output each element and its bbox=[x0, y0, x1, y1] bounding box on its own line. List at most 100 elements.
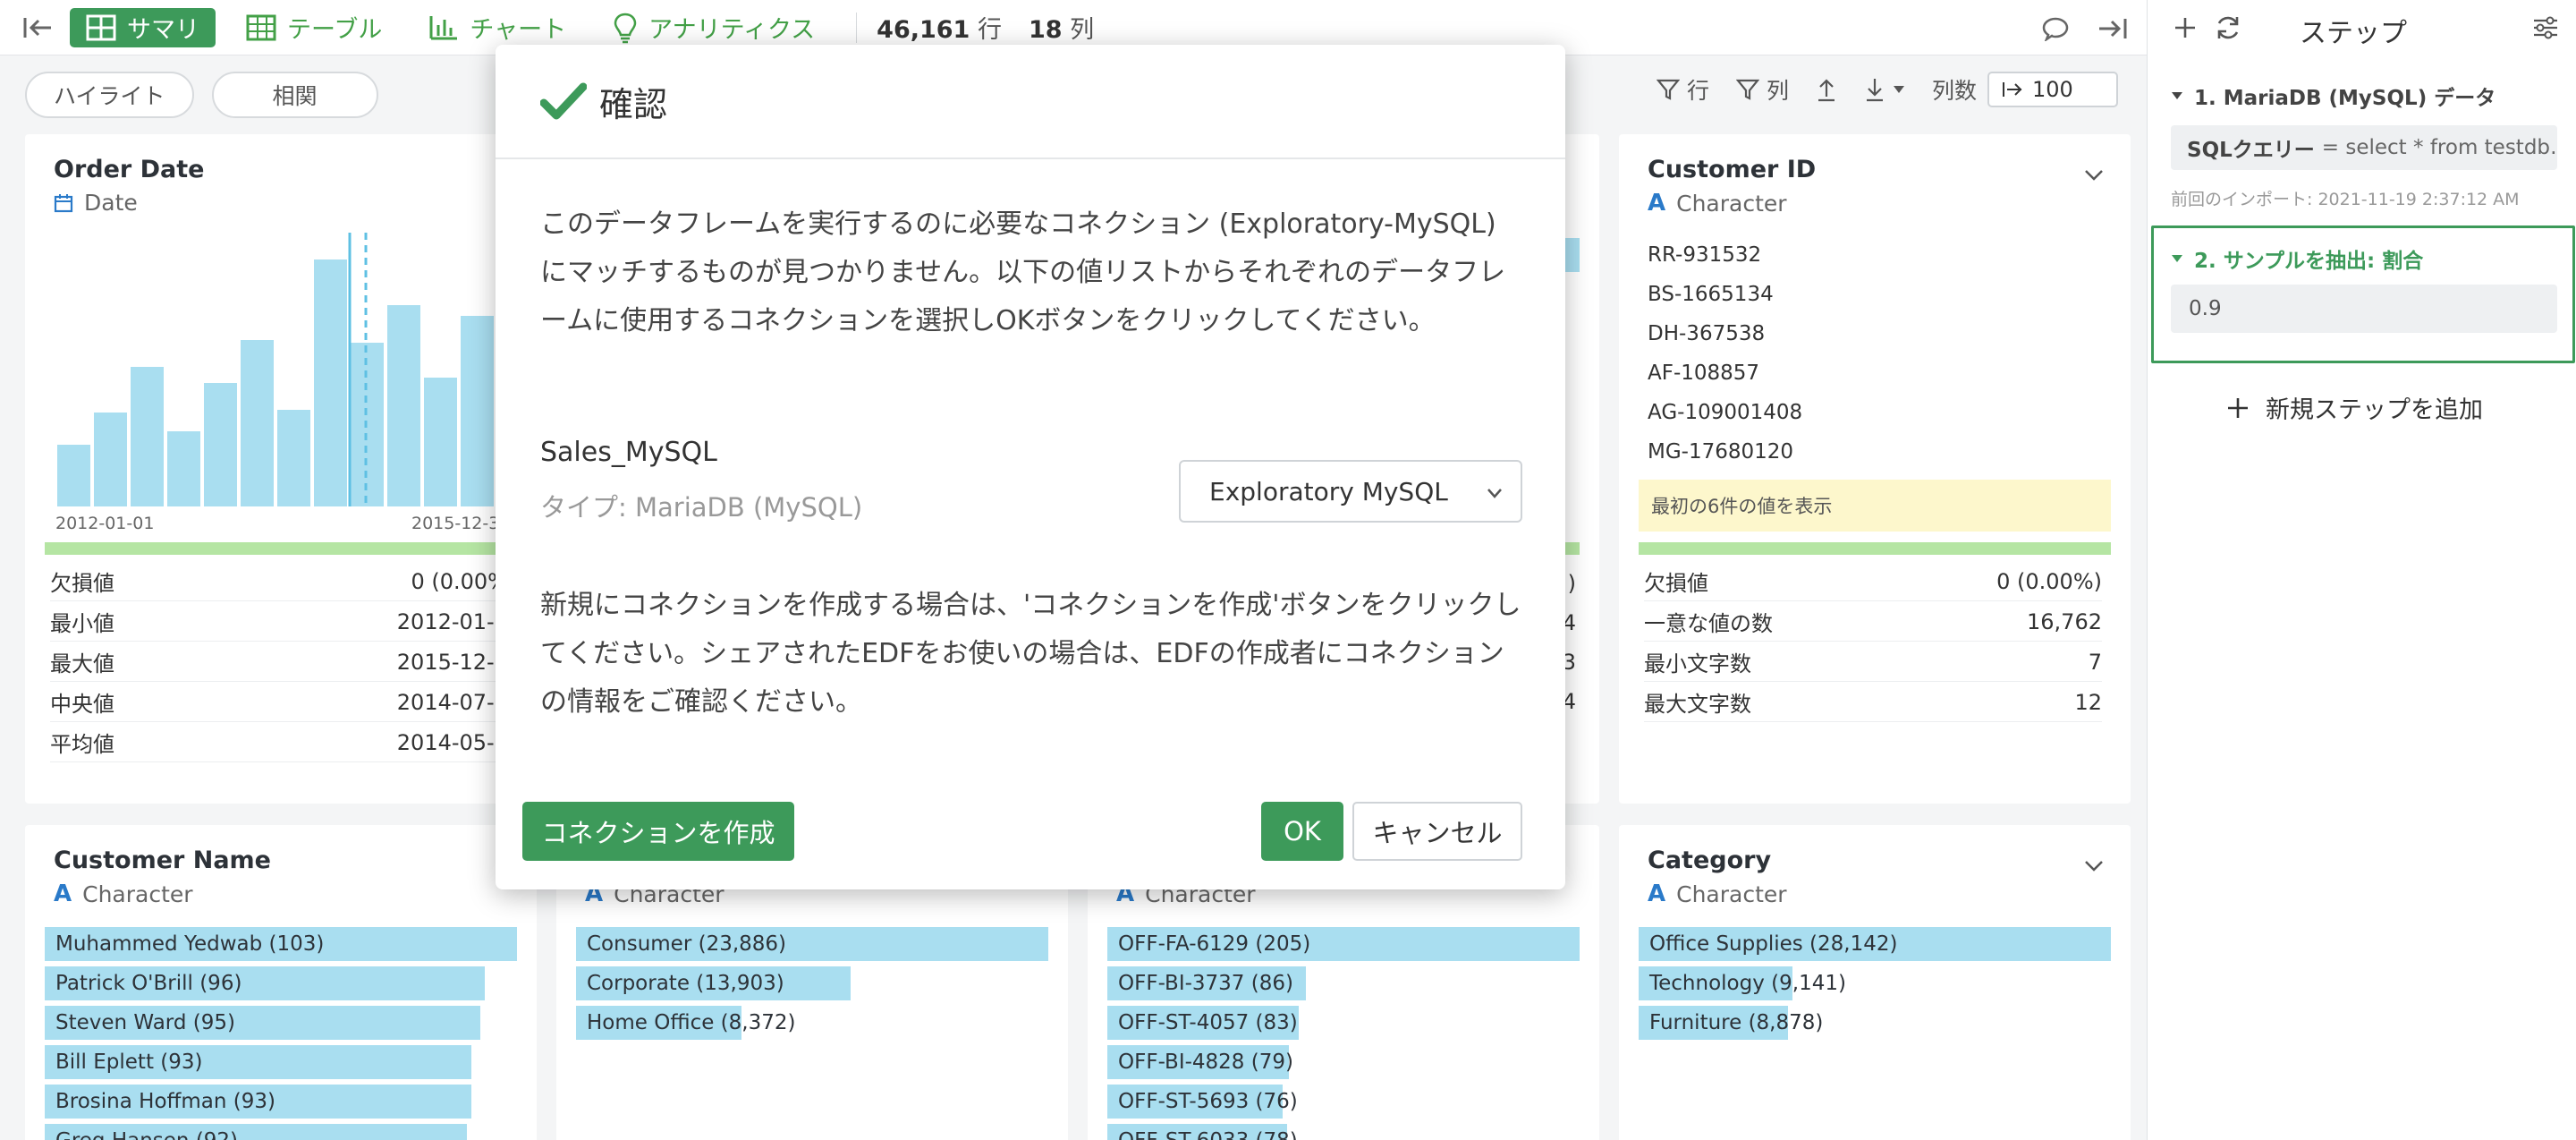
column-limit-input[interactable]: 100 bbox=[1987, 72, 2118, 107]
tab-summary[interactable]: サマリ bbox=[70, 7, 216, 47]
value-bar-row[interactable]: Patrick O'Brill (96) bbox=[45, 966, 517, 1000]
value-bar-row[interactable]: Office Supplies (28,142) bbox=[1639, 927, 2111, 961]
stat-label: 欠損値 bbox=[50, 571, 114, 596]
chevron-down-icon[interactable] bbox=[2080, 852, 2107, 879]
value-bar-label: Muhammed Yedwab (103) bbox=[55, 932, 325, 956]
step-2-value[interactable]: 0.9 bbox=[2171, 285, 2557, 333]
ok-button[interactable]: OK bbox=[1261, 802, 1343, 861]
create-connection-button[interactable]: コネクションを作成 bbox=[522, 802, 794, 861]
step-1-header[interactable]: 1. MariaDB (MySQL) データ bbox=[2171, 81, 2496, 111]
cancel-button[interactable]: キャンセル bbox=[1352, 802, 1522, 861]
dialog-message-2: 新規にコネクションを作成する場合は、'コネクションを作成'ボタンをクリックしてく… bbox=[540, 590, 1521, 718]
value-bar-row[interactable]: Technology (9,141) bbox=[1639, 966, 2111, 1000]
filter-cols-button[interactable]: 列 bbox=[1735, 73, 1789, 106]
row-count: 46,161 行 bbox=[877, 16, 1002, 44]
settings-sliders-icon[interactable] bbox=[2528, 10, 2563, 46]
stat-value: 2012-01-0 bbox=[396, 608, 508, 634]
comment-icon[interactable] bbox=[2038, 11, 2073, 47]
value-bar-row[interactable]: Brosina Hoffman (93) bbox=[45, 1085, 517, 1119]
value-bar-label: Furniture (8,878) bbox=[1649, 1011, 1824, 1034]
value-bar-label: Greg Hansen (92) bbox=[45, 1129, 238, 1140]
stat-label: 最大値 bbox=[50, 651, 114, 676]
histogram-bar bbox=[131, 367, 164, 506]
collapse-left-icon[interactable] bbox=[20, 10, 55, 46]
histogram-bar bbox=[461, 316, 494, 506]
correlation-label: 相関 bbox=[272, 83, 318, 109]
column-card-customer-name: Customer Name A Character Muhammed Yedwa… bbox=[25, 825, 537, 1140]
value-bar-row[interactable]: OFF-ST-5693 (76) bbox=[1107, 1085, 1580, 1119]
filter-rows-button[interactable]: 行 bbox=[1656, 73, 1709, 106]
grid-icon bbox=[86, 14, 116, 40]
sort-up-button[interactable] bbox=[1816, 77, 1837, 102]
chevron-down-icon bbox=[1487, 489, 1502, 498]
value-bar-label: OFF-BI-3737 (86) bbox=[1118, 972, 1293, 995]
histogram-bar bbox=[424, 378, 457, 506]
histogram-bar bbox=[387, 305, 420, 506]
tab-analytics[interactable]: アナリティクス bbox=[597, 8, 831, 47]
axis-end-label: 2015-12-3 bbox=[411, 514, 500, 533]
add-icon[interactable] bbox=[2167, 10, 2203, 46]
date-histogram bbox=[57, 233, 530, 506]
highlight-button[interactable]: ハイライト bbox=[25, 72, 194, 118]
histogram-bar bbox=[204, 383, 237, 506]
confirm-dialog: 確認 このデータフレームを実行するのに必要なコネクション (Explorator… bbox=[496, 45, 1565, 889]
tab-table[interactable]: テーブル bbox=[230, 8, 398, 47]
value-list-item: AF-108857 bbox=[1648, 362, 1760, 385]
character-type-icon: A bbox=[1648, 190, 1666, 217]
value-bar-label: OFF-BI-4828 (79) bbox=[1118, 1051, 1293, 1074]
column-type: A Character bbox=[54, 881, 193, 907]
tab-chart[interactable]: チャート bbox=[412, 8, 582, 47]
value-bar-row[interactable]: Corporate (13,903) bbox=[576, 966, 1048, 1000]
missing-ratio-bar bbox=[45, 542, 517, 555]
column-title: Customer Name bbox=[54, 846, 271, 874]
tab-table-label: テーブル bbox=[287, 16, 383, 44]
value-bar-row[interactable]: OFF-ST-4057 (83) bbox=[1107, 1006, 1580, 1040]
value-bar-label: Consumer (23,886) bbox=[587, 932, 787, 956]
value-bar-label: Technology (9,141) bbox=[1649, 972, 1846, 995]
collapse-right-icon[interactable] bbox=[2095, 11, 2131, 47]
value-bar-row[interactable]: Muhammed Yedwab (103) bbox=[45, 927, 517, 961]
filter-icon bbox=[1735, 79, 1759, 100]
step-2-header[interactable]: 2. サンプルを抽出: 割合 bbox=[2171, 243, 2423, 274]
value-bar-row[interactable]: OFF-ST-6033 (78) bbox=[1107, 1124, 1580, 1140]
arrow-to-end-icon bbox=[2003, 82, 2022, 97]
value-bar-row[interactable]: Consumer (23,886) bbox=[576, 927, 1048, 961]
value-bar-row[interactable]: Bill Eplett (93) bbox=[45, 1045, 517, 1079]
stat-value: ) bbox=[1567, 571, 1576, 596]
dialog-header: 確認 bbox=[496, 45, 1565, 159]
value-bar-row[interactable]: OFF-BI-4828 (79) bbox=[1107, 1045, 1580, 1079]
value-bar-label: Patrick O'Brill (96) bbox=[55, 972, 242, 995]
column-type-label: Date bbox=[84, 190, 138, 216]
bar-chart-icon bbox=[429, 15, 458, 39]
connection-select[interactable]: Exploratory MySQL bbox=[1179, 460, 1522, 523]
value-bar-label: OFF-ST-5693 (76) bbox=[1118, 1090, 1298, 1113]
chevron-down-icon[interactable] bbox=[2080, 161, 2107, 188]
refresh-icon[interactable] bbox=[2210, 10, 2246, 46]
step-2-title: 2. サンプルを抽出: 割合 bbox=[2194, 250, 2424, 273]
steps-panel: ステップ 1. MariaDB (MySQL) データ SQLクエリー = se… bbox=[2147, 0, 2576, 1140]
value-bar-row[interactable]: OFF-FA-6129 (205) bbox=[1107, 927, 1580, 961]
column-title: Category bbox=[1648, 846, 1772, 874]
histogram-bar bbox=[314, 259, 347, 506]
sort-down-button[interactable] bbox=[1864, 77, 1905, 102]
value-bar-row[interactable]: OFF-BI-3737 (86) bbox=[1107, 966, 1580, 1000]
add-step-button[interactable]: 新規ステップを追加 bbox=[2226, 390, 2483, 425]
column-limit-value: 100 bbox=[2032, 77, 2073, 102]
sql-label: SQLクエリー bbox=[2187, 139, 2315, 162]
selected-connection: Exploratory MySQL bbox=[1209, 476, 1448, 506]
stat-value: 0 (0.00%) bbox=[1996, 568, 2102, 594]
column-card-customer-id: Customer ID A Character RR-931532 BS-1665… bbox=[1619, 134, 2131, 804]
stat-value: 0 (0.00% bbox=[411, 568, 508, 594]
caret-down-icon bbox=[1893, 86, 1904, 93]
value-bar-row[interactable]: Furniture (8,878) bbox=[1639, 1006, 2111, 1040]
value-bar-row[interactable]: Steven Ward (95) bbox=[45, 1006, 517, 1040]
correlation-button[interactable]: 相関 bbox=[211, 72, 378, 118]
caret-down-icon bbox=[2172, 92, 2182, 99]
value-bar-row[interactable]: Home Office (8,372) bbox=[576, 1006, 1048, 1040]
dialog-title: 確認 bbox=[599, 84, 668, 124]
value-bar-row[interactable]: Greg Hansen (92) bbox=[45, 1124, 517, 1140]
value-bar-label: OFF-FA-6129 (205) bbox=[1118, 932, 1311, 956]
tab-chart-label: チャート bbox=[470, 16, 567, 44]
table-icon bbox=[246, 14, 276, 40]
step-1-sql[interactable]: SQLクエリー = select * from testdb… bbox=[2171, 125, 2557, 170]
